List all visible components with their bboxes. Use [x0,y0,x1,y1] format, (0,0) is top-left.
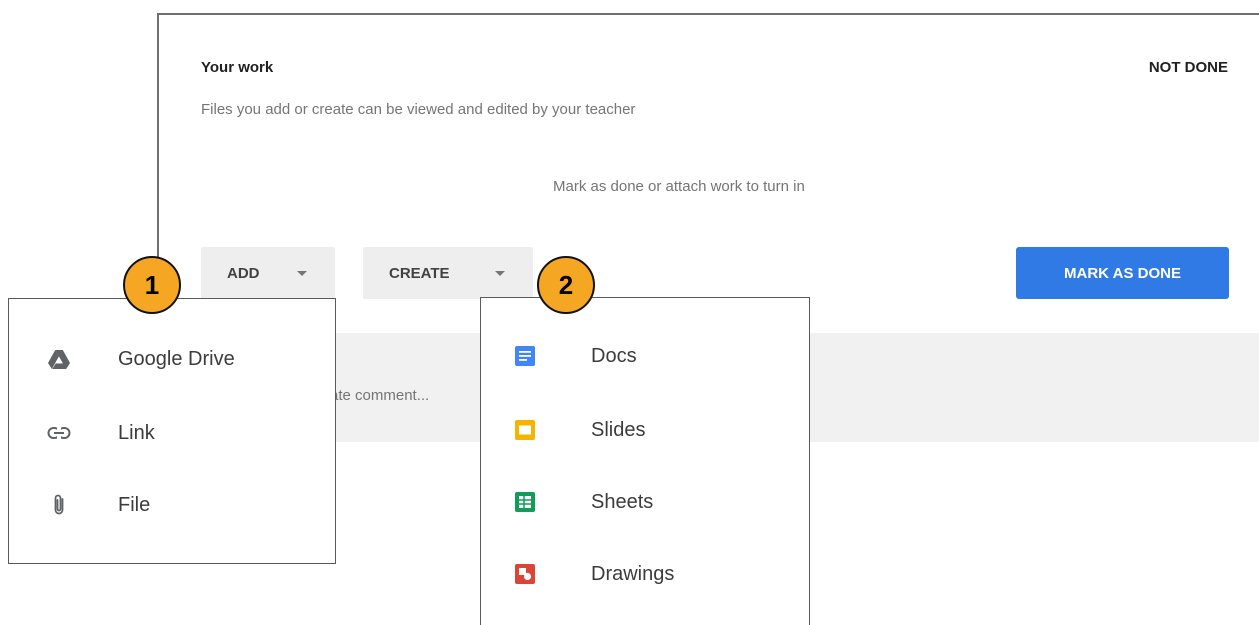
menu-item-label: Google Drive [118,348,235,370]
menu-item-slides[interactable]: Slides [481,410,809,450]
menu-item-file[interactable]: File [9,485,335,525]
menu-item-docs[interactable]: Docs [481,336,809,376]
menu-item-label: File [118,494,151,516]
card-subtitle: Files you add or create can be viewed an… [201,101,636,118]
comment-placeholder: ate comment... [330,387,430,404]
create-menu: Docs Slides Sheets Drawings [480,297,810,625]
create-button-label: CREATE [389,264,450,282]
add-button[interactable]: ADD [201,247,335,299]
create-button[interactable]: CREATE [363,247,533,299]
slides-icon [513,418,537,442]
google-drive-icon [47,347,71,371]
menu-item-google-drive[interactable]: Google Drive [9,339,335,379]
sheets-icon [513,490,537,514]
screen: Your work NOT DONE Files you add or crea… [0,0,1259,625]
chevron-down-icon [297,271,307,276]
drawings-icon [513,562,537,586]
menu-item-label: Docs [591,345,637,367]
menu-item-link[interactable]: Link [9,413,335,453]
status-label: NOT DONE [1148,59,1228,76]
mark-as-done-button[interactable]: MARK AS DONE [1016,247,1229,299]
menu-item-label: Link [118,422,155,444]
callout-badge-2: 2 [537,256,595,314]
card-title: Your work [201,59,274,76]
chevron-down-icon [495,271,505,276]
callout-badge-1: 1 [123,256,181,314]
link-icon [47,421,71,445]
menu-item-label: Slides [591,419,646,441]
menu-item-drawings[interactable]: Drawings [481,554,809,594]
menu-item-label: Sheets [591,491,654,513]
turn-in-hint: Mark as done or attach work to turn in [553,178,805,195]
menu-item-label: Drawings [591,563,675,585]
add-menu: Google Drive Link File [8,298,336,564]
docs-icon [513,344,537,368]
menu-item-sheets[interactable]: Sheets [481,482,809,522]
paperclip-icon [47,493,71,517]
add-button-label: ADD [227,264,260,282]
